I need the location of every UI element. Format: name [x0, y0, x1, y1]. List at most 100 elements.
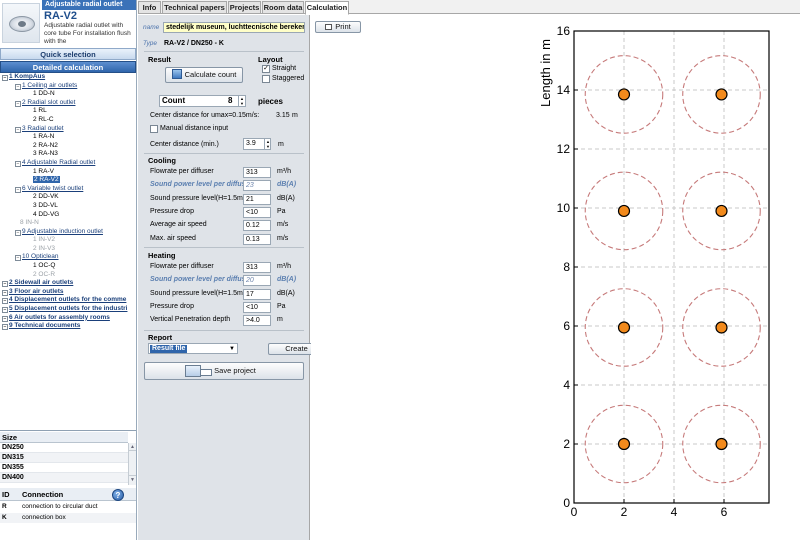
tree-item[interactable]: −4 Displacement outlets for the comme [0, 296, 136, 305]
tree-item[interactable]: −10 Opticlean [0, 253, 136, 262]
cooling-label: Average air speed [150, 221, 207, 229]
tree-item[interactable]: 1 RA-V [0, 167, 136, 177]
tree-item[interactable]: −9 Adjustable induction outlet [0, 228, 136, 237]
size-row[interactable]: DN400 [0, 473, 128, 483]
tree-item-label: 3 RA-N3 [33, 150, 58, 158]
tree-item[interactable]: 1 IN-V2 [0, 236, 136, 245]
tree-item-label: 2 RA-V2 [33, 176, 60, 184]
tree-item[interactable]: 4 DD-VG [0, 210, 136, 220]
tree-item[interactable]: 3 DD-VL [0, 201, 136, 211]
center-min-input[interactable]: 3.9 ▲ ▼ [243, 138, 271, 150]
diffuser-point[interactable] [617, 204, 631, 218]
expander-minus-icon[interactable]: − [15, 83, 21, 90]
tree-item-label: 9 Adjustable induction outlet [22, 227, 103, 235]
quick-selection-button[interactable]: Quick selection [0, 48, 136, 60]
heating-unit: m³/h [277, 263, 291, 270]
expander-minus-icon[interactable]: − [15, 160, 21, 167]
expander-minus-icon[interactable]: − [2, 281, 8, 288]
center-min-spinner[interactable]: ▲ ▼ [264, 139, 270, 149]
diffuser-point[interactable] [617, 321, 631, 334]
tab-info[interactable]: Info [138, 1, 161, 14]
expander-minus-icon[interactable]: − [15, 255, 21, 262]
save-project-button[interactable]: Save project [144, 362, 304, 380]
report-select-value: Result file [150, 345, 188, 353]
help-icon[interactable]: ? [112, 489, 124, 501]
staggered-checkbox[interactable] [262, 75, 270, 83]
size-row[interactable]: DN355 [0, 463, 128, 473]
diffuser-point[interactable] [715, 437, 728, 451]
tree-item[interactable]: 2 DD-VK [0, 193, 136, 202]
diffuser-point[interactable] [715, 321, 728, 334]
tree-leaf-icon [28, 150, 32, 157]
expander-minus-icon[interactable]: − [2, 315, 8, 322]
diffuser-point[interactable] [617, 437, 631, 451]
manual-distance-checkbox[interactable] [150, 125, 158, 133]
tree-item[interactable]: −9 Technical documents [0, 322, 136, 331]
diffuser-point[interactable] [715, 88, 728, 101]
size-row[interactable]: DN250 [0, 443, 128, 453]
tree-item[interactable]: 2 RA-N2 [0, 141, 136, 151]
tree-item[interactable]: 1 OC-Q [0, 262, 136, 271]
tab-projects[interactable]: Projects [228, 1, 261, 14]
heating-label: Sound pressure level(H=1.5m) [150, 289, 246, 297]
straight-checkbox[interactable]: ✓ [262, 65, 270, 73]
connection-row[interactable]: Rconnection to circular duct [0, 502, 136, 512]
diffuser-point[interactable] [617, 88, 631, 101]
expander-minus-icon[interactable]: − [15, 100, 21, 107]
tree-item[interactable]: −5 Displacement outlets for the industri [0, 305, 136, 314]
tree-item[interactable]: 2 OC-R [0, 270, 136, 280]
layout-heading: Layout [258, 55, 283, 64]
cooling-value: 0.13 [243, 233, 271, 245]
tree-leaf-icon [28, 193, 32, 200]
expander-minus-icon[interactable]: − [15, 229, 21, 236]
expander-minus-icon[interactable]: − [2, 307, 8, 314]
heating-value: 313 [243, 262, 271, 273]
tab-room-data[interactable]: Room data [262, 1, 304, 14]
tree-item[interactable]: −3 Radial outlet [0, 125, 136, 134]
expander-minus-icon[interactable]: − [15, 186, 21, 193]
report-select[interactable]: Result file ▼ [148, 343, 238, 354]
tab-technical-papers[interactable]: Technical papers [162, 1, 227, 14]
size-row[interactable]: DN315 [0, 453, 128, 463]
tree-item[interactable]: 2 IN-V3 [0, 244, 136, 254]
tree-item[interactable]: 3 RA-N3 [0, 150, 136, 159]
tree-item[interactable]: 8 IN-N [0, 219, 136, 228]
tree-item[interactable]: −1 Ceiling air outlets [0, 82, 136, 91]
diffuser-point[interactable] [715, 204, 728, 218]
tree-item[interactable]: −2 Sidewall air outlets [0, 279, 136, 288]
tree-item[interactable]: −3 Floor air outlets [0, 288, 136, 297]
tree-item[interactable]: −1 KompAus [0, 73, 136, 82]
size-list-scrollbar[interactable]: ▲ ▼ [128, 443, 136, 485]
tree-item[interactable]: −6 Air outlets for assembly rooms [0, 314, 136, 323]
tree-item[interactable]: −4 Adjustable Radial outlet [0, 159, 136, 168]
tree-item[interactable]: 2 RA-V2 [0, 176, 136, 185]
heating-label: Pressure drop [150, 302, 194, 310]
tree-item[interactable]: 2 RL-C [0, 115, 136, 125]
connection-row[interactable]: Kconnection box [0, 513, 136, 523]
cooling-unit: Pa [277, 207, 286, 215]
expander-minus-icon[interactable]: − [2, 289, 8, 296]
detailed-calculation-button[interactable]: Detailed calculation [0, 61, 136, 73]
count-field[interactable]: Count 8 ▲ ▼ [159, 95, 246, 107]
expander-minus-icon[interactable]: − [2, 324, 8, 331]
expander-minus-icon[interactable]: − [2, 75, 8, 81]
x-tick-label: 0 [571, 505, 578, 519]
tree-item[interactable]: −2 Radial slot outlet [0, 99, 136, 108]
tree-leaf-icon [28, 167, 32, 174]
tree-item-label: 1 RA-V [33, 167, 54, 175]
tree-leaf-icon [28, 176, 32, 183]
calculate-count-button[interactable]: Calculate count [165, 67, 243, 83]
tree-leaf-icon [28, 115, 32, 122]
expander-minus-icon[interactable]: − [2, 298, 8, 305]
project-name-input[interactable]: stedelijk museum, luchttecnische bereker [163, 22, 305, 33]
y-tick-label: 2 [563, 437, 570, 451]
tab-calculation[interactable]: Calculation [305, 1, 349, 15]
count-spinner[interactable]: ▲ ▼ [238, 96, 245, 106]
y-tick-label: 8 [563, 260, 570, 274]
tree-item[interactable]: −6 Variable twist outlet [0, 185, 136, 194]
tree-item[interactable]: 1 RL [0, 107, 136, 116]
expander-minus-icon[interactable]: − [15, 126, 21, 133]
tree-item[interactable]: 1 RA-N [0, 133, 136, 142]
tree-item[interactable]: 1 DD-N [0, 90, 136, 99]
product-header: Adjustable radial outlet RA-V2 Adjustabl… [0, 0, 136, 47]
